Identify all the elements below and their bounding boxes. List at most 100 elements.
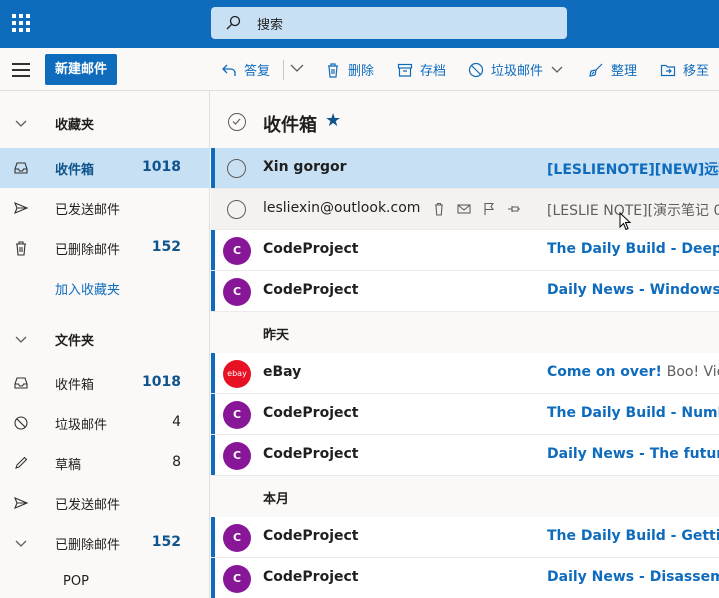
unread-indicator (211, 435, 215, 475)
subject: The Daily Build - Deep Di (547, 241, 719, 257)
select-checkbox[interactable] (227, 159, 246, 178)
message-row[interactable]: Xin gorgor [LESLIENOTE][NEW]远程编 (211, 148, 719, 189)
archive-icon (397, 63, 413, 77)
nav-label: 草稿 (55, 458, 82, 473)
pencil-icon (15, 456, 28, 469)
flag-icon[interactable] (481, 201, 497, 217)
add-favorite-link[interactable]: 加入收藏夹 (0, 268, 210, 308)
avatar: C (223, 524, 251, 552)
pin-icon[interactable] (506, 201, 522, 217)
avatar: C (223, 442, 251, 470)
reply-dropdown[interactable] (290, 63, 311, 73)
chevron-down-icon (15, 540, 27, 547)
favorites-item-sent[interactable]: 已发送邮件 (0, 188, 210, 228)
folder-item-drafts[interactable]: 草稿 8 (0, 443, 210, 483)
subject: Daily News - Windows 11 (547, 282, 719, 298)
app-launcher-icon[interactable] (10, 12, 32, 34)
top-bar: 搜索 (0, 0, 719, 48)
sender: CodeProject (263, 405, 359, 421)
message-row[interactable]: ebay eBay Come on over! Boo! View (211, 353, 719, 394)
inbox-icon (14, 377, 28, 389)
unread-indicator (211, 558, 215, 598)
delete-button[interactable]: 删除 (325, 60, 374, 79)
nav-label: 已发送邮件 (55, 203, 121, 218)
sender: CodeProject (263, 241, 359, 257)
trash-icon (16, 241, 26, 256)
hamburger-menu-icon[interactable] (12, 63, 30, 77)
sender: CodeProject (263, 282, 359, 298)
inbox-icon (14, 162, 28, 174)
nav-label: 垃圾邮件 (55, 418, 108, 433)
unread-indicator (211, 353, 215, 393)
preview-text: Boo! View (666, 364, 719, 380)
reply-button[interactable]: 答复 (221, 60, 270, 79)
sender: CodeProject (263, 446, 359, 462)
message-row[interactable]: C CodeProject Daily News - Disassembl (211, 558, 719, 598)
subject: The Daily Build - Numbe (547, 405, 719, 421)
subject: The Daily Build - Getting (547, 528, 719, 544)
favorites-item-inbox[interactable]: 收件箱 1018 (0, 148, 210, 188)
folder-item-sent[interactable]: 已发送邮件 (0, 483, 210, 523)
unread-indicator (211, 394, 215, 434)
favorites-header[interactable]: 收藏夹 (0, 103, 210, 143)
unread-indicator (211, 230, 215, 270)
junk-button[interactable]: 垃圾邮件 (468, 60, 570, 79)
folders-header[interactable]: 文件夹 (0, 319, 210, 359)
message-row[interactable]: lesliexin@outlook.com [LESLIE NOTE][演示笔记… (211, 189, 719, 230)
item-count: 4 (172, 414, 181, 430)
sender: eBay (263, 364, 302, 380)
chevron-down-icon (290, 64, 304, 72)
checkmark-icon (232, 118, 241, 125)
trash-icon[interactable] (431, 201, 447, 217)
mail-icon[interactable] (456, 201, 472, 217)
subject: Daily News - Disassembl (547, 569, 719, 585)
nav-label: POP (63, 574, 89, 589)
subject: [LESLIE NOTE][演示笔记 00 (547, 203, 719, 219)
archive-button[interactable]: 存档 (397, 60, 446, 79)
archive-label: 存档 (420, 64, 447, 79)
item-count: 8 (172, 454, 181, 470)
favorite-star-icon[interactable]: ★ (325, 110, 341, 131)
new-mail-button[interactable]: 新建邮件 (45, 54, 117, 85)
folder-item-pop[interactable]: POP (0, 563, 210, 598)
folders-title: 文件夹 (55, 334, 95, 349)
sender: CodeProject (263, 528, 359, 544)
folder-item-inbox[interactable]: 收件箱 1018 (0, 363, 210, 403)
avatar: C (223, 401, 251, 429)
nav-label: 已删除邮件 (55, 243, 121, 258)
folder-move-icon (660, 64, 676, 76)
sweep-label: 整理 (611, 64, 638, 79)
unread-count: 152 (151, 239, 181, 255)
sender: Xin gorgor (263, 159, 347, 175)
group-header-this-month: 本月 (263, 492, 290, 507)
message-row[interactable]: C CodeProject The Daily Build - Getting (211, 517, 719, 558)
unread-indicator (211, 517, 215, 557)
chevron-down-icon (15, 336, 27, 343)
favorites-item-deleted[interactable]: 已删除邮件 152 (0, 228, 210, 268)
folder-pane: 收藏夹 收件箱 1018 已发送邮件 已删除邮件 152 加入收藏夹 文件夹 收… (0, 91, 210, 598)
sweep-button[interactable]: 整理 (588, 60, 637, 79)
message-row[interactable]: C CodeProject Daily News - The future o (211, 435, 719, 476)
subject: Daily News - The future o (547, 446, 719, 462)
select-checkbox[interactable] (227, 200, 246, 219)
divider (283, 60, 284, 80)
search-box[interactable]: 搜索 (211, 7, 567, 39)
select-all-checkbox[interactable] (228, 113, 246, 131)
mouse-cursor-icon (619, 212, 632, 231)
trash-icon (328, 62, 338, 78)
avatar: C (223, 237, 251, 265)
folder-item-deleted[interactable]: 已删除邮件 152 (0, 523, 210, 563)
send-icon (14, 201, 29, 215)
row-quick-actions (431, 201, 522, 217)
message-row[interactable]: C CodeProject The Daily Build - Deep Di (211, 230, 719, 271)
search-icon (226, 15, 241, 30)
folder-item-junk[interactable]: 垃圾邮件 4 (0, 403, 210, 443)
move-button[interactable]: 移至 (660, 60, 709, 79)
avatar: ebay (223, 360, 251, 388)
nav-label: 已发送邮件 (55, 498, 121, 513)
message-row[interactable]: C CodeProject Daily News - Windows 11 (211, 271, 719, 312)
sender: lesliexin@outlook.com (263, 200, 421, 216)
block-icon (468, 62, 484, 77)
message-list: 收件箱 ★ Xin gorgor [LESLIENOTE][NEW]远程编 le… (211, 91, 719, 598)
message-row[interactable]: C CodeProject The Daily Build - Numbe (211, 394, 719, 435)
